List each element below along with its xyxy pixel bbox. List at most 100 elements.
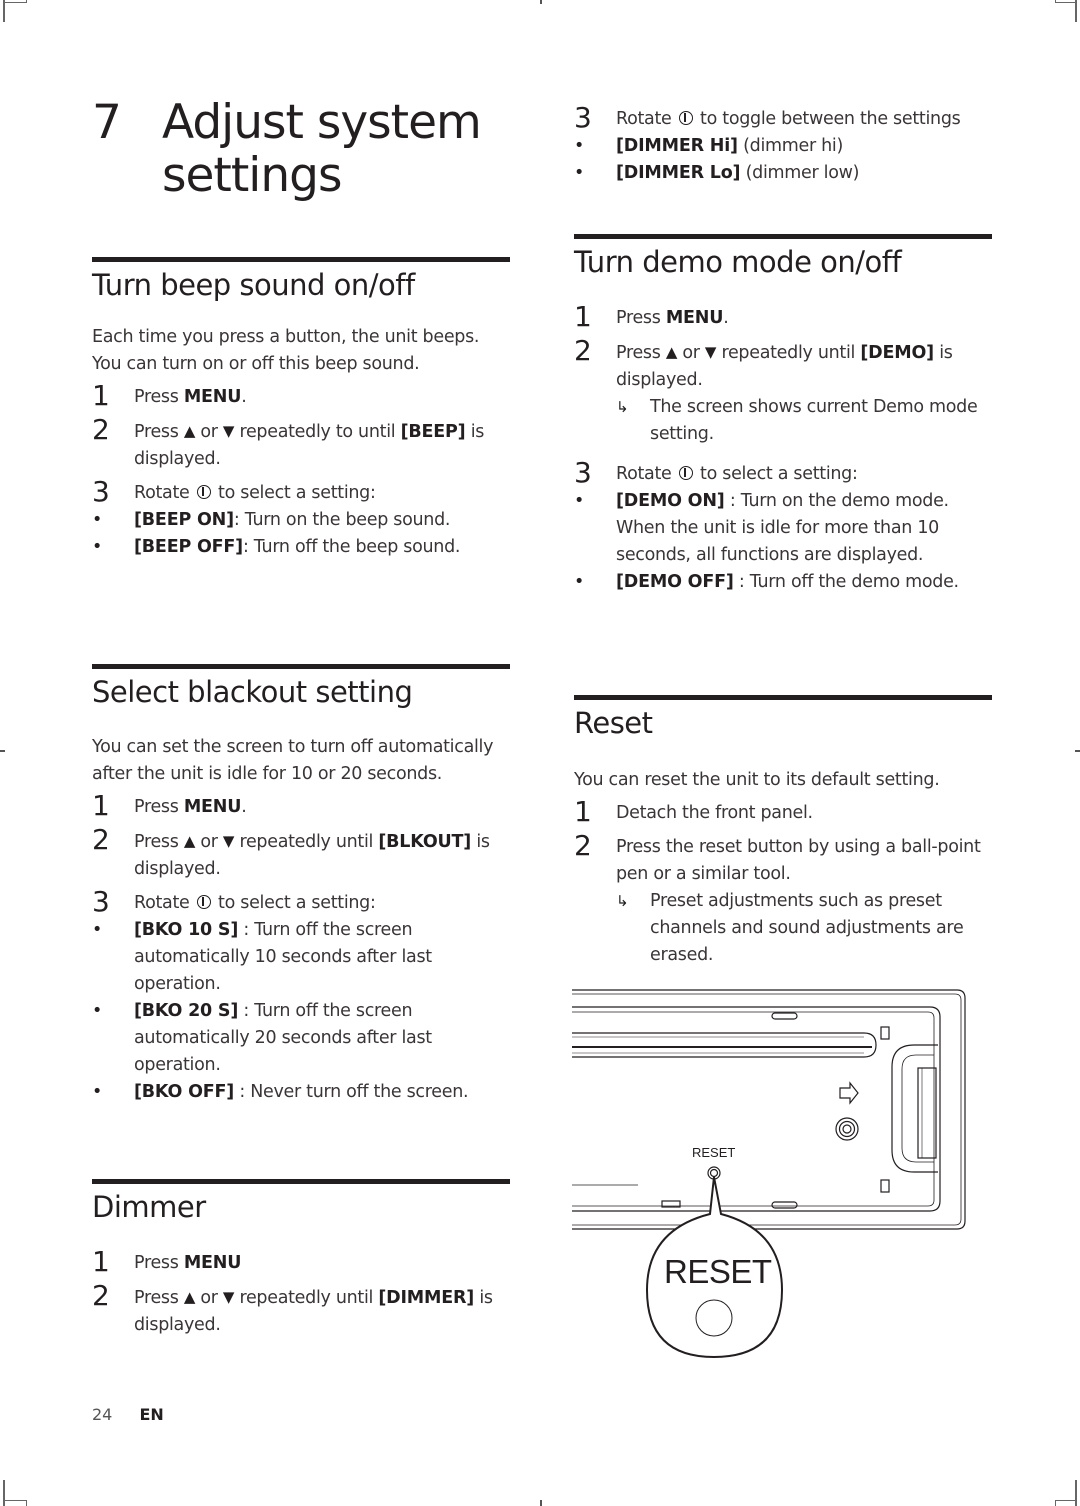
rotate-knob-icon xyxy=(678,466,693,480)
step-text: Rotate xyxy=(616,109,672,129)
step: 3 Rotate to select a setting: xyxy=(92,476,510,508)
option-item: • [BKO 10 S] : Turn off the screen autom… xyxy=(92,917,510,998)
step-number: 2 xyxy=(574,334,592,367)
step-number: 1 xyxy=(92,789,110,822)
section-reset: Reset You can reset the unit to its defa… xyxy=(574,695,992,969)
step-text: Press the reset button by using a ball-p… xyxy=(616,837,981,884)
step-text: Rotate xyxy=(616,464,672,484)
page-footer: 24 EN xyxy=(92,1405,164,1424)
step: 2 Press ▲ or ▼ repeatedly to until [BEEP… xyxy=(92,414,510,473)
step: 1 Press MENU. xyxy=(92,380,510,412)
step: 1 Detach the front panel. xyxy=(574,796,992,828)
step: 3 Rotate to select a setting: xyxy=(574,457,992,489)
crop-mark xyxy=(1075,0,1080,22)
language-code: EN xyxy=(139,1405,164,1424)
step-number: 1 xyxy=(92,1245,110,1278)
step-number: 3 xyxy=(92,885,110,918)
head-unit-illustration xyxy=(572,989,966,1359)
step-text: Press xyxy=(616,343,661,363)
step-text: to toggle between the settings xyxy=(700,109,961,129)
key-label: MENU xyxy=(665,308,724,328)
disc-slot xyxy=(572,1032,877,1058)
release-arrow-icon xyxy=(839,1081,859,1105)
up-triangle-icon: ▲ xyxy=(183,422,196,440)
section-title: Select blackout setting xyxy=(92,675,413,709)
crop-mark xyxy=(1075,750,1080,752)
step-text: to select a setting: xyxy=(700,464,858,484)
option-label: [BEEP ON] xyxy=(134,510,234,530)
step: 1 Press MENU. xyxy=(92,790,510,822)
section-rule xyxy=(574,695,992,700)
chapter-title-line: Adjust system xyxy=(162,95,482,150)
crop-mark xyxy=(5,0,27,3)
crop-mark xyxy=(540,0,542,4)
step-text: Press xyxy=(134,1288,179,1308)
crop-mark xyxy=(0,0,5,22)
option-label: [BKO OFF] xyxy=(134,1082,235,1102)
reset-diagram: RESET RESET xyxy=(572,985,972,1375)
option-item: • [BKO OFF] : Never turn off the screen. xyxy=(92,1079,510,1106)
up-triangle-icon: ▲ xyxy=(183,832,196,850)
step-text: Press xyxy=(134,797,184,817)
bullet-icon: • xyxy=(574,491,585,511)
step-text: to select a setting: xyxy=(218,893,376,913)
panel-tab xyxy=(771,1201,798,1209)
option-item: • [BEEP ON]: Turn on the beep sound. xyxy=(92,507,510,534)
result-arrow-icon: ↳ xyxy=(616,398,629,416)
step-text: repeatedly until xyxy=(721,343,861,363)
step-number: 2 xyxy=(92,413,110,446)
bullet-icon: • xyxy=(574,163,585,183)
release-handle xyxy=(891,1044,938,1173)
section-title: Turn beep sound on/off xyxy=(92,268,415,302)
result-arrow-icon: ↳ xyxy=(616,892,629,910)
option-label: [BKO 10 S] xyxy=(134,920,239,940)
step: 3 Rotate to toggle between the settings xyxy=(574,102,992,134)
step-text: Press xyxy=(134,1253,184,1273)
section-title: Dimmer xyxy=(92,1190,206,1224)
section-blackout: Select blackout setting You can set the … xyxy=(92,664,510,1106)
option-label: [DIMMER Hi] xyxy=(616,136,738,156)
step-text: repeatedly until xyxy=(239,832,379,852)
chapter-title: Adjust system settings xyxy=(162,96,562,202)
bullet-icon: • xyxy=(574,136,585,156)
step-number: 1 xyxy=(574,300,592,333)
step-text: or xyxy=(200,832,218,852)
step-text: . xyxy=(241,387,247,407)
chapter-title-line: settings xyxy=(162,148,342,203)
step-text: or xyxy=(200,422,218,442)
step-text: Press xyxy=(134,387,184,407)
chapter-number: 7 xyxy=(92,95,122,150)
bullet-icon: • xyxy=(92,1082,103,1102)
step: 2 Press ▲ or ▼ repeatedly until [BLKOUT]… xyxy=(92,824,510,883)
option-description: : Turn off the demo mode. xyxy=(733,572,959,592)
bullet-icon: • xyxy=(574,572,585,592)
option-label: [DEMO OFF] xyxy=(616,572,734,592)
step: 2 Press ▲ or ▼ repeatedly until [DEMO] i… xyxy=(574,335,992,394)
crop-mark xyxy=(1055,0,1077,3)
section-title: Turn demo mode on/off xyxy=(574,245,902,279)
step: 2 Press ▲ or ▼ repeatedly until [DIMMER]… xyxy=(92,1280,510,1339)
panel-tab xyxy=(771,1012,798,1020)
option-item: • [DIMMER Hi] (dimmer hi) xyxy=(574,133,992,160)
step-text: Press xyxy=(134,422,179,442)
option-label: [BKO 20 S] xyxy=(134,1001,239,1021)
bullet-icon: • xyxy=(92,920,103,940)
step-number: 3 xyxy=(92,475,110,508)
rotate-knob-icon xyxy=(678,111,693,125)
step-result: ↳ Preset adjustments such as preset chan… xyxy=(616,888,992,969)
step-text: or xyxy=(682,343,700,363)
reset-callout-label: RESET xyxy=(664,1253,772,1290)
section-demo: Turn demo mode on/off 1 Press MENU. 2 Pr… xyxy=(574,234,992,596)
section-rule xyxy=(92,1179,510,1184)
option-item: • [DIMMER Lo] (dimmer low) xyxy=(574,160,992,187)
option-label: [DEMO ON] xyxy=(616,491,725,511)
step-text: Rotate xyxy=(134,483,190,503)
crop-mark xyxy=(540,1500,542,1506)
key-label: MENU xyxy=(183,1253,242,1273)
step-text: repeatedly to until xyxy=(239,422,401,442)
section-intro: Each time you press a button, the unit b… xyxy=(92,327,480,374)
section-rule xyxy=(574,234,992,239)
option-label: [BEEP OFF] xyxy=(134,537,243,557)
rotate-knob-icon xyxy=(196,895,211,909)
crop-mark xyxy=(1075,1480,1080,1506)
